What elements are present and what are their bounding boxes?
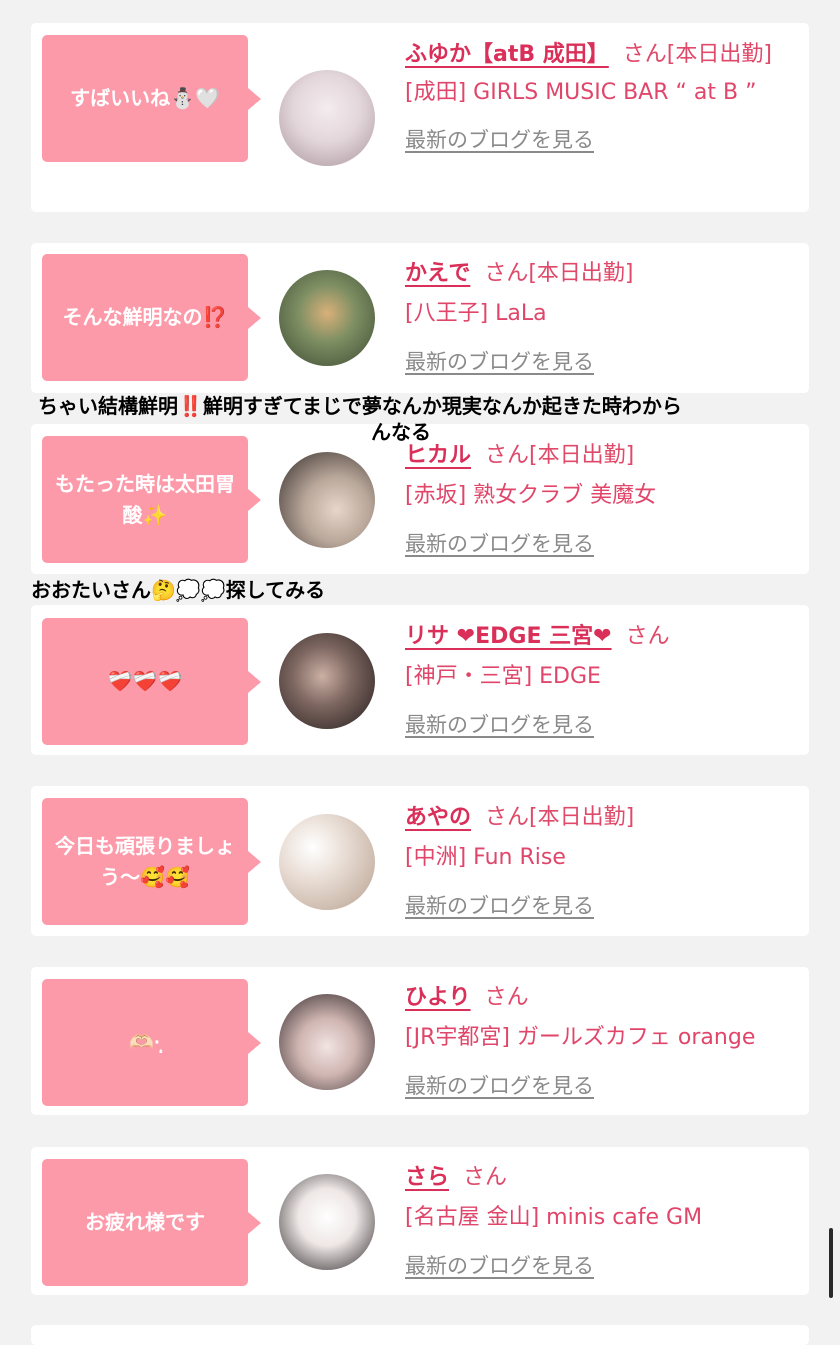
avatar[interactable] xyxy=(279,70,375,166)
message-text: 🫶🏻·̩͙ xyxy=(129,1030,161,1054)
blog-card[interactable]: もたった時は太田胃酸✨ ヒカル さん[本日出勤] [赤坂] 熟女クラブ 美魔女 … xyxy=(31,424,809,574)
blog-card[interactable]: お疲れ様です さら さん [名古屋 金山] minis cafe GM 最新のブ… xyxy=(31,1147,809,1295)
cast-suffix: さん xyxy=(625,624,670,649)
cast-name-link[interactable]: ヒカル xyxy=(405,443,471,468)
avatar[interactable] xyxy=(279,814,375,910)
cast-name-link[interactable]: ひより xyxy=(405,985,471,1010)
latest-blog-link[interactable]: 最新のブログを見る xyxy=(405,1251,800,1281)
message-text: 今日も頑張りましょう〜🥰🥰 xyxy=(55,833,235,889)
avatar[interactable] xyxy=(279,633,375,729)
cast-suffix: さん[本日出勤] xyxy=(622,42,772,67)
cast-name-link[interactable]: かえで xyxy=(405,261,470,286)
message-bubble: そんな鮮明なの⁉️ xyxy=(42,254,261,381)
avatar[interactable] xyxy=(279,1174,375,1270)
message-bubble: ❤️‍🩹❤️‍🩹❤️‍🩹 xyxy=(42,618,261,745)
message-bubble: 🫶🏻·̩͙ xyxy=(42,979,261,1106)
shop-name: [中洲] Fun Rise xyxy=(405,845,566,870)
blog-card[interactable]: 🫶🏻·̩͙ ひより さん [JR宇都宮] ガールズカフェ orange 最新のブ… xyxy=(31,967,809,1115)
message-text: すばいいね⛄🤍 xyxy=(70,86,220,110)
overlay-caption-line: おおたいさん🤔💭💭探してみる xyxy=(31,578,326,602)
blog-card[interactable]: すばいいね⛄🤍 ふゆか【atB 成田】 さん[本日出勤] [成田] GIRLS … xyxy=(31,23,809,212)
avatar[interactable] xyxy=(279,452,375,548)
cast-name-link[interactable]: さら xyxy=(405,1165,449,1190)
avatar[interactable] xyxy=(279,270,375,366)
blog-card[interactable]: そんな鮮明なの⁉️ かえで さん[本日出勤] [八王子] LaLa 最新のブログ… xyxy=(31,243,809,393)
latest-blog-link[interactable]: 最新のブログを見る xyxy=(405,1071,800,1101)
overlay-caption-line: んなる xyxy=(371,420,431,444)
shop-name: [赤坂] 熟女クラブ 美魔女 xyxy=(405,483,657,508)
message-text: お疲れ様です xyxy=(85,1210,205,1234)
cast-name-link[interactable]: ふゆか【atB 成田】 xyxy=(405,42,609,67)
overlay-caption: おおたいさん🤔💭💭探してみる xyxy=(31,577,325,603)
message-bubble: お疲れ様です xyxy=(42,1159,261,1286)
shop-name: [八王子] LaLa xyxy=(405,301,547,326)
shop-name: [神戸・三宮] EDGE xyxy=(405,664,601,689)
shop-name: [JR宇都宮] ガールズカフェ orange xyxy=(405,1025,756,1050)
shop-name: [成田] GIRLS MUSIC BAR “ at B ” xyxy=(405,80,757,105)
message-text: ❤️‍🩹❤️‍🩹❤️‍🩹 xyxy=(107,669,183,693)
avatar[interactable] xyxy=(279,994,375,1090)
latest-blog-link[interactable]: 最新のブログを見る xyxy=(405,710,800,740)
blog-card[interactable]: ❤️‍🩹❤️‍🩹❤️‍🩹 リサ ❤EDGE 三宮❤ さん [神戸・三宮] EDG… xyxy=(31,605,809,755)
cast-suffix: さん xyxy=(463,1165,508,1190)
cast-suffix: さん xyxy=(484,985,529,1010)
message-bubble: もたった時は太田胃酸✨ xyxy=(42,436,261,563)
shop-name: [名古屋 金山] minis cafe GM xyxy=(405,1205,703,1230)
cast-suffix: さん[本日出勤] xyxy=(484,261,634,286)
message-text: もたった時は太田胃酸✨ xyxy=(55,471,235,527)
overlay-caption-line: ちゃい結構鮮明‼️鮮明すぎてまじで夢なんか現実なんか起きた時わから xyxy=(38,394,682,418)
message-text: そんな鮮明なの⁉️ xyxy=(62,305,228,329)
overlay-caption: ちゃい結構鮮明‼️鮮明すぎてまじで夢なんか現実なんか起きた時わから んなる xyxy=(38,393,798,445)
cast-name-link[interactable]: リサ ❤EDGE 三宮❤ xyxy=(405,624,612,649)
message-bubble: 今日も頑張りましょう〜🥰🥰 xyxy=(42,798,261,925)
blog-card[interactable]: 今日も頑張りましょう〜🥰🥰 あやの さん[本日出勤] [中洲] Fun Rise… xyxy=(31,786,809,936)
latest-blog-link[interactable]: 最新のブログを見る xyxy=(405,347,800,377)
cast-suffix: さん[本日出勤] xyxy=(485,443,635,468)
latest-blog-link[interactable]: 最新のブログを見る xyxy=(405,529,800,559)
scrollbar[interactable] xyxy=(829,1228,833,1298)
latest-blog-link[interactable]: 最新のブログを見る xyxy=(405,891,800,921)
message-bubble: すばいいね⛄🤍 xyxy=(42,35,261,162)
cast-suffix: さん[本日出勤] xyxy=(485,805,635,830)
blog-card[interactable] xyxy=(31,1325,809,1345)
latest-blog-link[interactable]: 最新のブログを見る xyxy=(405,125,800,155)
cast-name-link[interactable]: あやの xyxy=(405,805,471,830)
